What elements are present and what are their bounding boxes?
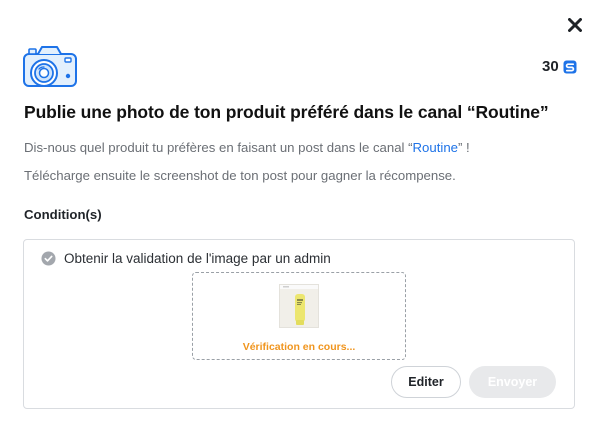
condition-card: Obtenir la validation de l'image par un …: [23, 239, 575, 409]
upload-dropzone[interactable]: Vérification en cours...: [192, 272, 406, 360]
reward: 30: [542, 58, 577, 75]
check-circle-icon: [41, 251, 56, 266]
coin-icon: [563, 60, 577, 73]
verification-status: Vérification en cours...: [242, 341, 356, 353]
conditions-heading: Condition(s): [24, 207, 102, 222]
condition-item: Obtenir la validation de l'image par un …: [41, 251, 331, 266]
close-icon[interactable]: [568, 18, 582, 32]
challenge-instruction: Télécharge ensuite le screenshot de ton …: [24, 168, 456, 183]
description-text: Dis-nous quel produit tu préfères en fai…: [24, 140, 413, 155]
uploaded-image-thumbnail[interactable]: [279, 284, 319, 328]
condition-label: Obtenir la validation de l'image par un …: [64, 251, 331, 266]
channel-link[interactable]: Routine: [413, 140, 458, 155]
reward-value: 30: [542, 58, 559, 75]
close-button[interactable]: [565, 14, 585, 36]
edit-button[interactable]: Editer: [391, 366, 461, 398]
description-text-end: ” !: [458, 140, 470, 155]
challenge-description: Dis-nous quel produit tu préfères en fai…: [24, 140, 470, 155]
product-image: [280, 285, 318, 327]
challenge-title: Publie une photo de ton produit préféré …: [24, 102, 549, 122]
send-button: Envoyer: [469, 366, 556, 398]
camera-icon: [23, 46, 77, 87]
